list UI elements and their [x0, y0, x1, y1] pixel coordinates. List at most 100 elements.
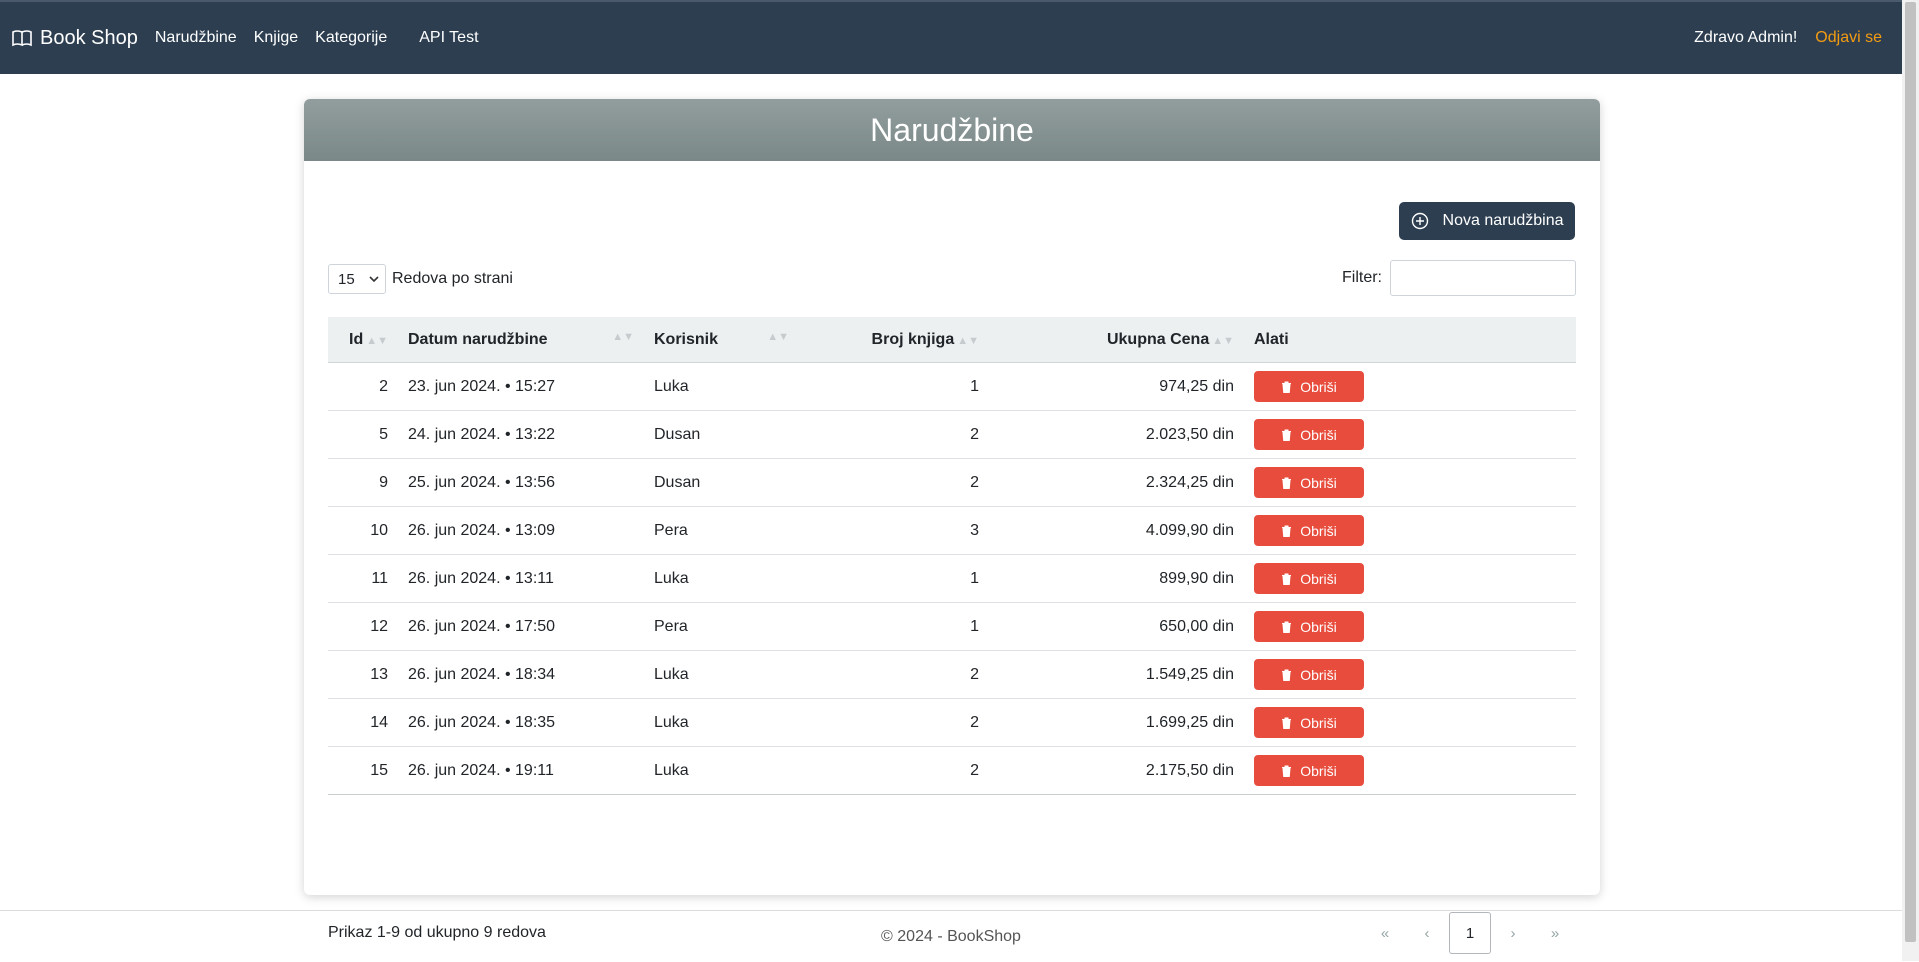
cell-date: 24. jun 2024. • 13:22 — [398, 410, 644, 459]
delete-button[interactable]: Obriši — [1254, 659, 1364, 690]
cell-user: Pera — [644, 602, 799, 651]
logout-link[interactable]: Odjavi se — [1815, 29, 1882, 47]
cell-total: 1.699,25 din — [989, 698, 1244, 747]
column-header-book-count[interactable]: Broj knjiga ▲▼ — [799, 317, 989, 363]
delete-button[interactable]: Obriši — [1254, 467, 1364, 498]
sort-icon: ▲▼ — [612, 330, 634, 343]
cell-total: 899,90 din — [989, 554, 1244, 603]
cell-total: 2.175,50 din — [989, 746, 1244, 795]
cell-date: 26. jun 2024. • 18:35 — [398, 698, 644, 747]
book-icon — [12, 30, 32, 47]
orders-table: Id ▲▼ Datum narudžbine ▲▼ Korisnik ▲▼ Broj … — [328, 317, 1576, 795]
trash-icon — [1282, 429, 1292, 441]
trash-icon — [1282, 381, 1292, 393]
page-size-select[interactable]: 15 — [328, 264, 386, 294]
cell-book-count: 1 — [799, 362, 989, 411]
filter-input[interactable] — [1390, 260, 1576, 296]
trash-icon — [1282, 525, 1292, 537]
cell-user: Pera — [644, 506, 799, 555]
delete-label: Obriši — [1300, 570, 1337, 587]
column-header-date[interactable]: Datum narudžbine ▲▼ — [398, 317, 644, 363]
cell-id: 5 — [328, 410, 398, 459]
delete-button[interactable]: Obriši — [1254, 611, 1364, 642]
delete-button[interactable]: Obriši — [1254, 515, 1364, 546]
cell-book-count: 2 — [799, 458, 989, 507]
cell-date: 26. jun 2024. • 19:11 — [398, 746, 644, 795]
delete-label: Obriši — [1300, 714, 1337, 731]
nav-link-books[interactable]: Knjige — [254, 29, 298, 47]
trash-icon — [1282, 669, 1292, 681]
new-order-label: Nova narudžbina — [1442, 212, 1564, 229]
column-label: Korisnik — [654, 330, 719, 348]
delete-label: Obriši — [1300, 618, 1337, 635]
trash-icon — [1282, 477, 1292, 489]
sort-icon: ▲▼ — [1212, 334, 1234, 347]
sort-icon: ▲▼ — [957, 334, 979, 347]
cell-date: 25. jun 2024. • 13:56 — [398, 458, 644, 507]
page-scrollbar[interactable] — [1902, 0, 1919, 961]
column-header-user[interactable]: Korisnik ▲▼ — [644, 317, 799, 363]
cell-total: 4.099,90 din — [989, 506, 1244, 555]
cell-tools: Obriši — [1244, 602, 1576, 651]
delete-button[interactable]: Obriši — [1254, 419, 1364, 450]
sort-icon: ▲▼ — [767, 330, 789, 343]
cell-tools: Obriši — [1244, 362, 1576, 411]
cell-id: 14 — [328, 698, 398, 747]
table-row: 12 26. jun 2024. • 17:50 Pera 1 650,00 din Ob… — [328, 602, 1576, 651]
cell-book-count: 1 — [799, 554, 989, 603]
orders-card: Narudžbine Nova narudžbina 15 Redova po … — [304, 99, 1600, 954]
page-size-value: 15 — [338, 270, 355, 288]
delete-button[interactable]: Obriši — [1254, 707, 1364, 738]
cell-book-count: 1 — [799, 602, 989, 651]
column-label: Ukupna Cena — [1106, 330, 1210, 348]
cell-user: Dusan — [644, 410, 799, 459]
cell-user: Dusan — [644, 458, 799, 507]
cell-id: 15 — [328, 746, 398, 795]
cell-total: 1.549,25 din — [989, 650, 1244, 699]
delete-label: Obriši — [1300, 762, 1337, 779]
delete-label: Obriši — [1300, 474, 1337, 491]
top-navbar: Book Shop Narudžbine Knjige Kategorije A… — [0, 0, 1902, 74]
footer-text: © 2024 - BookShop — [881, 927, 1021, 945]
cell-user: Luka — [644, 554, 799, 603]
page-size-control: 15 Redova po strani — [328, 264, 513, 294]
nav-link-api-test[interactable]: API Test — [419, 29, 478, 47]
table-row: 9 25. jun 2024. • 13:56 Dusan 2 2.324,25 din… — [328, 458, 1576, 507]
cell-tools: Obriši — [1244, 554, 1576, 603]
new-order-button[interactable]: Nova narudžbina — [1399, 202, 1575, 240]
nav-link-categories[interactable]: Kategorije — [315, 29, 387, 47]
delete-button[interactable]: Obriši — [1254, 563, 1364, 594]
column-header-id[interactable]: Id ▲▼ — [328, 317, 398, 363]
delete-button[interactable]: Obriši — [1254, 371, 1364, 402]
nav-link-orders[interactable]: Narudžbine — [155, 29, 237, 47]
user-greeting: Zdravo Admin! — [1694, 29, 1798, 46]
table-header-row: Id ▲▼ Datum narudžbine ▲▼ Korisnik ▲▼ Broj … — [328, 317, 1576, 363]
page-title: Narudžbine — [870, 111, 1034, 148]
cell-book-count: 2 — [799, 746, 989, 795]
filter-label: Filter: — [1342, 269, 1382, 286]
column-label: Id — [349, 330, 364, 348]
page-footer: © 2024 - BookShop — [0, 910, 1902, 962]
cell-user: Luka — [644, 362, 799, 411]
trash-icon — [1282, 621, 1292, 633]
cell-book-count: 2 — [799, 410, 989, 459]
cell-id: 11 — [328, 554, 398, 603]
plus-circle-icon — [1411, 212, 1428, 230]
cell-id: 10 — [328, 506, 398, 555]
brand-link[interactable]: Book Shop — [12, 27, 138, 50]
cell-tools: Obriši — [1244, 410, 1576, 459]
scrollbar-thumb[interactable] — [1905, 2, 1916, 942]
delete-label: Obriši — [1300, 426, 1337, 443]
column-label: Alati — [1254, 330, 1289, 348]
cell-total: 974,25 din — [989, 362, 1244, 411]
sort-icon: ▲▼ — [366, 334, 388, 347]
delete-label: Obriši — [1300, 666, 1337, 683]
table-row: 10 26. jun 2024. • 13:09 Pera 3 4.099,90 din… — [328, 506, 1576, 555]
cell-tools: Obriši — [1244, 506, 1576, 555]
delete-button[interactable]: Obriši — [1254, 755, 1364, 786]
trash-icon — [1282, 573, 1292, 585]
cell-tools: Obriši — [1244, 650, 1576, 699]
table-row: 11 26. jun 2024. • 13:11 Luka 1 899,90 din Ob… — [328, 554, 1576, 603]
cell-book-count: 3 — [799, 506, 989, 555]
column-header-total[interactable]: Ukupna Cena ▲▼ — [989, 317, 1244, 363]
